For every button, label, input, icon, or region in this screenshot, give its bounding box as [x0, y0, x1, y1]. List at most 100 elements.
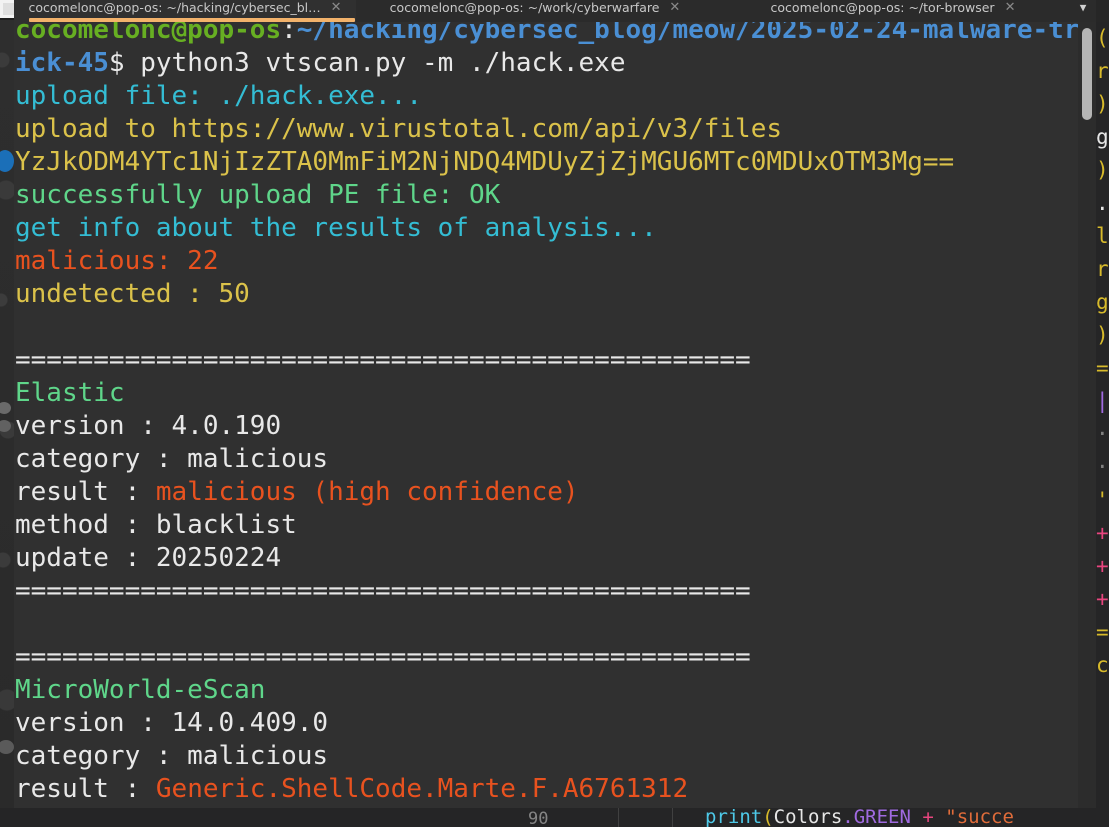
terminal-output-area[interactable]: cocomelonc@pop-os:~/hacking/cybersec_blo…	[14, 22, 1096, 808]
background-code-glyph: '	[1096, 488, 1109, 512]
terminal-segment: successfully upload PE file: OK	[15, 180, 501, 210]
editor-gutter	[0, 808, 88, 827]
terminal-segment: ========================================…	[15, 642, 751, 672]
code-token: Colors	[773, 808, 843, 827]
code-token: .GREEN	[842, 808, 911, 827]
terminal-segment: undetected : 50	[15, 279, 250, 309]
tab-hacking-cybersec-blog[interactable]: cocomelonc@pop-os: ~/hacking/cybersec_bl…	[14, 0, 356, 22]
terminal-segment: version : 14.0.409.0	[15, 708, 329, 738]
editor-indent-guide	[672, 808, 673, 827]
editor-indent-guide	[618, 808, 619, 827]
background-code-glyph: le	[1096, 224, 1109, 248]
terminal-window[interactable]: cocomelonc@pop-os: ~/hacking/cybersec_bl…	[14, 0, 1096, 808]
terminal-scrollbar-thumb[interactable]	[1082, 28, 1092, 120]
code-token: "succe	[945, 808, 1014, 827]
prompt-sigil: $	[108, 48, 125, 78]
terminal-segment: malicious (high confidence)	[155, 477, 579, 507]
terminal-line: get info about the results of analysis..…	[15, 212, 1090, 245]
terminal-segment: ========================================…	[15, 345, 751, 375]
terminal-text: cocomelonc@pop-os:~/hacking/cybersec_blo…	[15, 22, 1090, 806]
prompt-command: python3 vtscan.py -m ./hack.exe	[124, 48, 626, 78]
terminal-line: result : malicious (high confidence)	[15, 476, 1090, 509]
background-code-glyph: r	[1096, 257, 1109, 281]
background-code-glyph: c	[1096, 653, 1109, 677]
code-token: (	[762, 808, 774, 827]
background-code-glyph: )	[1096, 158, 1109, 182]
background-code-glyph: )	[1096, 323, 1109, 347]
tab-title: cocomelonc@pop-os: ~/work/cyberwarfare	[389, 0, 660, 15]
wallpaper-blob-blue	[0, 150, 14, 172]
background-editor-right-sliver[interactable]: (r)g).clerg)=|··'+++=c	[1096, 22, 1109, 827]
tab-tor-browser[interactable]: cocomelonc@pop-os: ~/tor-browser ✕	[714, 0, 1072, 22]
terminal-line: upload to https://www.virustotal.com/api…	[15, 113, 1090, 146]
terminal-segment: upload to https://www.virustotal.com/api…	[15, 114, 783, 144]
terminal-segment: MicroWorld-eScan	[15, 675, 266, 705]
background-code-glyph: |	[1096, 389, 1109, 413]
terminal-line: result : Generic.ShellCode.Marte.F.A6761…	[15, 773, 1090, 806]
background-code-glyph: (	[1096, 26, 1109, 50]
terminal-line: category : malicious	[15, 740, 1090, 773]
terminal-line: MicroWorld-eScan	[15, 674, 1090, 707]
wallpaper-blob-gray	[0, 740, 14, 754]
terminal-segment: YzJkODM4YTc1NjIzZTA0MmFiM2NjNDQ4MDUyZjZj…	[15, 147, 955, 177]
terminal-line: ========================================…	[15, 575, 1090, 608]
terminal-scrollbar[interactable]	[1078, 22, 1096, 808]
terminal-segment: result :	[15, 774, 156, 804]
terminal-segment: get info about the results of analysis..…	[15, 213, 657, 243]
terminal-segment: method : blacklist	[15, 510, 297, 540]
background-code-glyph: ·	[1096, 422, 1109, 446]
terminal-tab-bar[interactable]: cocomelonc@pop-os: ~/hacking/cybersec_bl…	[14, 0, 1096, 22]
code-token: +	[910, 808, 946, 827]
terminal-segment: Elastic	[15, 378, 125, 408]
terminal-segment: version : 4.0.190	[15, 411, 282, 441]
prompt-user-host: cocomelonc@pop-os	[15, 22, 282, 45]
tab-title: cocomelonc@pop-os: ~/tor-browser	[770, 0, 995, 15]
background-code-glyph: r	[1096, 59, 1109, 83]
background-code-glyph: =	[1096, 356, 1109, 380]
chevron-down-icon[interactable]: ▼	[1072, 0, 1094, 18]
editor-line-number: 90	[528, 809, 549, 827]
close-icon[interactable]: ✕	[331, 0, 342, 19]
terminal-segment: category : malicious	[15, 741, 329, 771]
terminal-line: ========================================…	[15, 641, 1090, 674]
close-icon[interactable]: ✕	[1005, 0, 1016, 19]
terminal-line: update : 20250224	[15, 542, 1090, 575]
wallpaper-blob-gray3	[0, 420, 11, 432]
background-code-glyph: g	[1096, 290, 1109, 314]
background-code-glyph: )	[1096, 92, 1109, 116]
terminal-line: version : 14.0.409.0	[15, 707, 1090, 740]
terminal-line: malicious: 22	[15, 245, 1090, 278]
terminal-line: undetected : 50	[15, 278, 1090, 311]
terminal-line: version : 4.0.190	[15, 410, 1090, 443]
terminal-segment: result :	[15, 477, 156, 507]
terminal-line: successfully upload PE file: OK	[15, 179, 1090, 212]
terminal-segment: category : malicious	[15, 444, 329, 474]
background-editor-bottom-sliver[interactable]: 90 print(Colors.GREEN + "succe	[0, 808, 1109, 827]
terminal-segment: update : 20250224	[15, 543, 282, 573]
terminal-segment: Generic.ShellCode.Marte.F.A6761312	[155, 774, 689, 804]
background-code-glyph: ·	[1096, 455, 1109, 479]
terminal-line: category : malicious	[15, 443, 1090, 476]
terminal-prompt-line: cocomelonc@pop-os:~/hacking/cybersec_blo…	[15, 22, 1090, 80]
terminal-segment: malicious: 22	[15, 246, 219, 276]
tab-work-cyberwarfare[interactable]: cocomelonc@pop-os: ~/work/cyberwarfare ✕	[356, 0, 714, 22]
terminal-line: Elastic	[15, 377, 1090, 410]
terminal-line: method : blacklist	[15, 509, 1090, 542]
terminal-segment: ========================================…	[15, 576, 751, 606]
desktop-background: (r)g).clerg)=|··'+++=c 90 print(Colors.G…	[0, 0, 1109, 827]
background-code-glyph: +	[1096, 587, 1109, 611]
prompt-separator: :	[281, 22, 297, 45]
code-token: print	[705, 808, 763, 827]
editor-code-line: print(Colors.GREEN + "succe	[705, 808, 1014, 827]
terminal-segment: upload file: ./hack.exe...	[15, 81, 422, 111]
background-code-glyph: =	[1096, 620, 1109, 644]
wallpaper-blob-gray2	[0, 402, 11, 414]
background-code-glyph: g	[1096, 125, 1109, 149]
terminal-line: upload file: ./hack.exe...	[15, 80, 1090, 113]
close-icon[interactable]: ✕	[669, 0, 680, 19]
tab-title: cocomelonc@pop-os: ~/hacking/cybersec_bl…	[28, 0, 321, 15]
terminal-line: ========================================…	[15, 344, 1090, 377]
background-code-glyph: +	[1096, 521, 1109, 545]
